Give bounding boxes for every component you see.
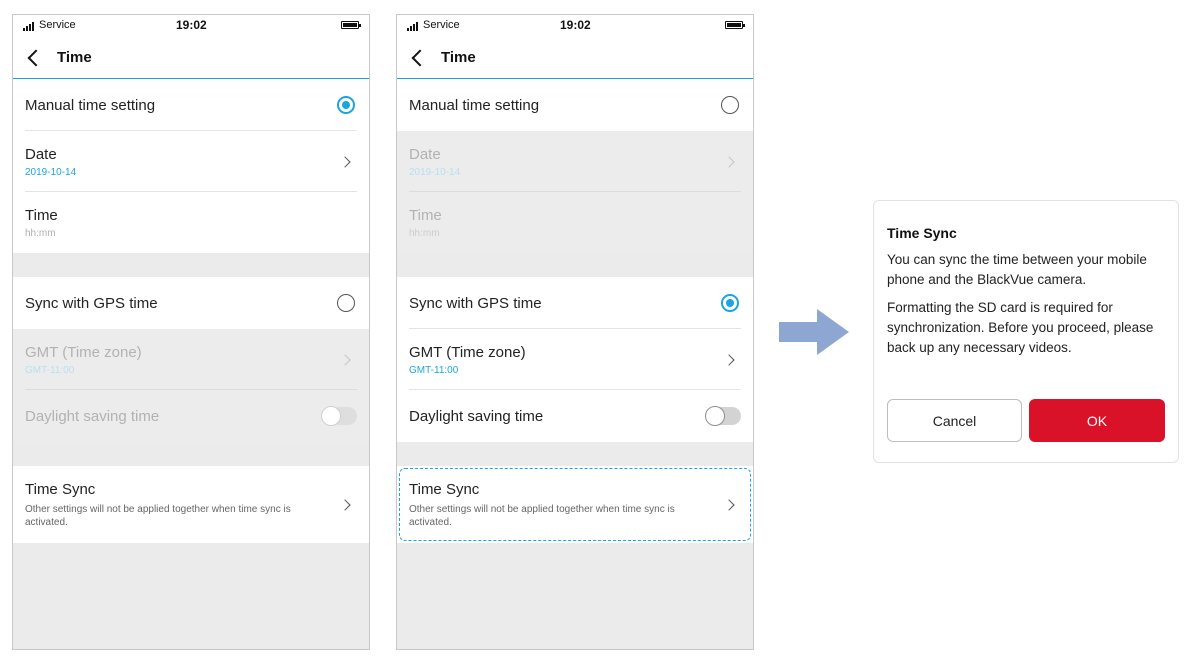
- status-bar: Service 19:02: [13, 15, 369, 37]
- carrier: Service: [407, 19, 460, 31]
- arrow-right-icon: [779, 309, 849, 355]
- gmt-label: GMT (Time zone): [409, 343, 526, 361]
- back-arrow-icon[interactable]: [13, 37, 53, 79]
- daylight-saving-toggle[interactable]: [705, 406, 741, 426]
- time-sync-group: Time Sync Other settings will not be app…: [13, 466, 369, 543]
- app-bar: Time: [13, 37, 369, 79]
- carrier: Service: [23, 19, 76, 31]
- gmt-value: GMT-11:00: [409, 364, 459, 376]
- gps-group: Sync with GPS time GMT (Time zone) GMT-1…: [397, 277, 753, 442]
- battery-icon: [341, 21, 361, 29]
- time-row[interactable]: Time hh:mm: [13, 192, 369, 253]
- date-label: Date: [25, 145, 57, 163]
- daylight-saving-row[interactable]: Daylight saving time: [397, 390, 753, 442]
- manual-radio-icon[interactable]: [337, 96, 355, 114]
- dialog-paragraph-1: You can sync the time between your mobil…: [887, 252, 1147, 287]
- gps-radio-icon[interactable]: [337, 294, 355, 312]
- time-label: Time: [409, 206, 442, 224]
- carrier-name: Service: [423, 19, 460, 31]
- dialog-title: Time Sync: [887, 225, 957, 241]
- cancel-button[interactable]: Cancel: [887, 399, 1022, 442]
- time-sync-description: Other settings will not be applied toget…: [409, 503, 675, 528]
- chevron-right-icon: [721, 495, 741, 515]
- sync-gps-label: Sync with GPS time: [409, 294, 542, 312]
- carrier-name: Service: [39, 19, 76, 31]
- signal-icon: [407, 22, 418, 31]
- chevron-right-icon: [721, 350, 741, 370]
- manual-time-setting-row[interactable]: Manual time setting: [397, 79, 753, 131]
- chevron-right-icon: [337, 152, 357, 172]
- gmt-row[interactable]: GMT (Time zone) GMT-11:00: [397, 329, 753, 390]
- back-arrow-icon[interactable]: [397, 37, 437, 79]
- time-placeholder: hh:mm: [25, 227, 56, 239]
- status-time: 19:02: [176, 18, 207, 32]
- gps-radio-icon[interactable]: [721, 294, 739, 312]
- chevron-right-icon: [337, 350, 357, 370]
- sync-gps-row[interactable]: Sync with GPS time: [397, 277, 753, 329]
- manual-group: Manual time setting Date 2019-10-14 Time…: [13, 79, 369, 253]
- time-sync-row[interactable]: Time Sync Other settings will not be app…: [13, 466, 369, 543]
- status-bar: Service 19:02: [397, 15, 753, 37]
- date-row[interactable]: Date 2019-10-14: [13, 131, 369, 192]
- sync-gps-row[interactable]: Sync with GPS time: [13, 277, 369, 329]
- time-sync-group: Time Sync Other settings will not be app…: [397, 466, 753, 543]
- chevron-right-icon: [721, 152, 741, 172]
- page-title: Time: [441, 49, 476, 66]
- chevron-right-icon: [337, 495, 357, 515]
- date-label: Date: [409, 145, 441, 163]
- manual-time-setting-label: Manual time setting: [25, 96, 156, 114]
- daylight-saving-label: Daylight saving time: [409, 407, 544, 425]
- page-title: Time: [57, 49, 92, 66]
- date-row: Date 2019-10-14: [397, 131, 753, 192]
- gmt-row: GMT (Time zone) GMT-11:00: [13, 329, 369, 390]
- time-row: Time hh:mm: [397, 192, 753, 253]
- app-bar: Time: [397, 37, 753, 79]
- dialog-paragraph-2: Formatting the SD card is required for s…: [887, 300, 1154, 355]
- manual-group: Manual time setting Date 2019-10-14 Time…: [397, 79, 753, 253]
- gps-group: Sync with GPS time GMT (Time zone) GMT-1…: [13, 277, 369, 442]
- phone-screen-2: Service 19:02 Time Manual time setting D…: [396, 14, 754, 650]
- daylight-saving-toggle: [321, 406, 357, 426]
- ok-button[interactable]: OK: [1029, 399, 1165, 442]
- time-sync-label: Time Sync: [25, 480, 96, 498]
- manual-radio-icon[interactable]: [721, 96, 739, 114]
- daylight-saving-label: Daylight saving time: [25, 407, 160, 425]
- date-value: 2019-10-14: [25, 166, 77, 178]
- gmt-value: GMT-11:00: [25, 364, 75, 376]
- phone-screen-1: Service 19:02 Time Manual time setting D…: [12, 14, 370, 650]
- sync-gps-label: Sync with GPS time: [25, 294, 158, 312]
- gmt-label: GMT (Time zone): [25, 343, 142, 361]
- time-sync-label: Time Sync: [409, 480, 480, 498]
- status-time: 19:02: [560, 18, 591, 32]
- time-sync-dialog: Time Sync You can sync the time between …: [873, 200, 1179, 463]
- daylight-saving-row: Daylight saving time: [13, 390, 369, 442]
- time-sync-description: Other settings will not be applied toget…: [25, 503, 291, 528]
- time-sync-row[interactable]: Time Sync Other settings will not be app…: [397, 466, 753, 543]
- time-label: Time: [25, 206, 58, 224]
- signal-icon: [23, 22, 34, 31]
- battery-icon: [725, 21, 745, 29]
- date-value: 2019-10-14: [409, 166, 461, 178]
- time-placeholder: hh:mm: [409, 227, 440, 239]
- manual-time-setting-row[interactable]: Manual time setting: [13, 79, 369, 131]
- manual-time-setting-label: Manual time setting: [409, 96, 540, 114]
